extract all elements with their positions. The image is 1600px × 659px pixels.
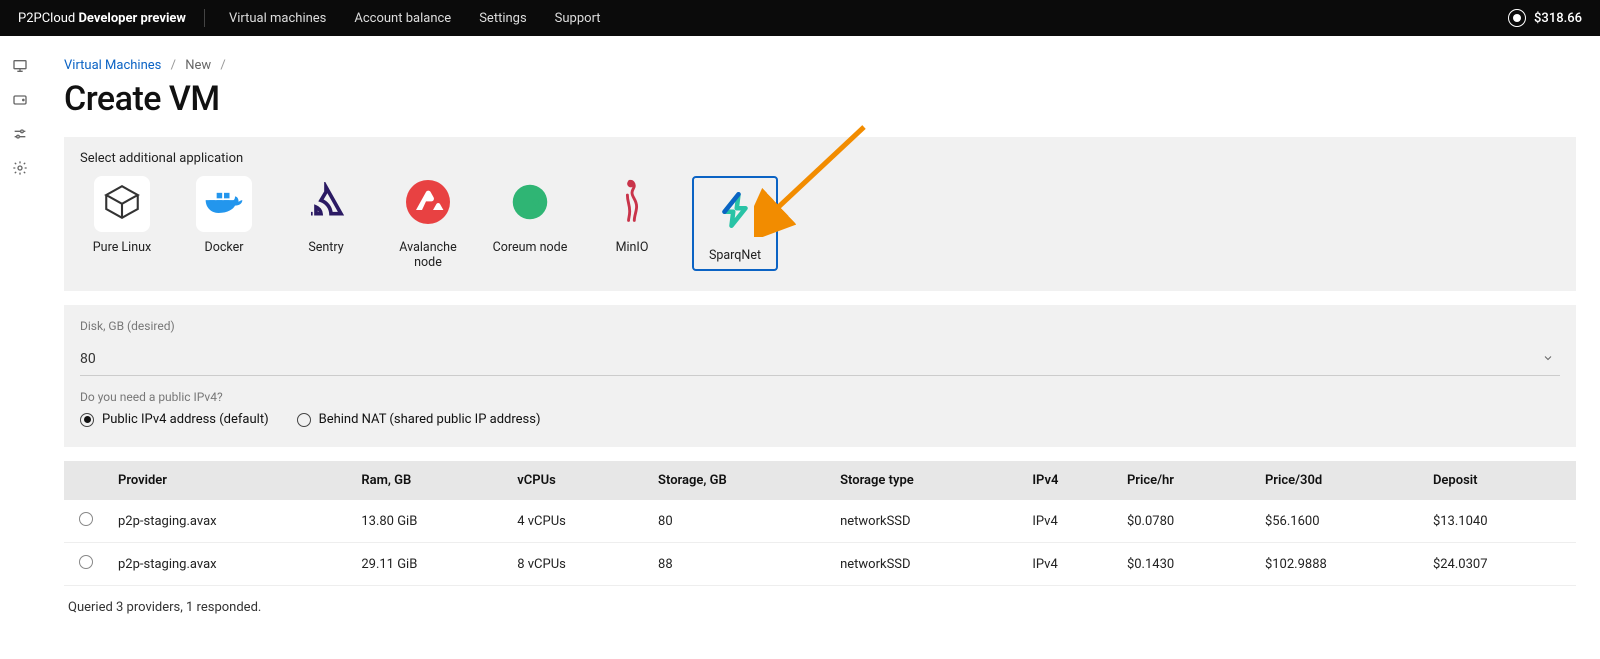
app-minio[interactable]: MinIO	[590, 176, 674, 271]
app-label: Coreum node	[493, 240, 568, 255]
cell-vcpus: 4 vCPUs	[507, 500, 648, 543]
cell-storage-type: networkSSD	[830, 500, 1022, 543]
table-row[interactable]: p2p-staging.avax 13.80 GiB 4 vCPUs 80 ne…	[64, 500, 1576, 543]
table-footer-note: Queried 3 providers, 1 responded.	[64, 586, 1576, 629]
app-label: Docker	[205, 240, 244, 255]
siderail-vm-icon[interactable]	[12, 58, 28, 74]
app-docker[interactable]: Docker	[182, 176, 266, 271]
nav-settings[interactable]: Settings	[479, 11, 526, 26]
cell-price-30d: $56.1600	[1255, 500, 1423, 543]
siderail-sliders-icon[interactable]	[12, 126, 28, 142]
breadcrumb-root[interactable]: Virtual Machines	[64, 58, 161, 73]
user-circle-icon	[1508, 9, 1526, 27]
app-sentry[interactable]: Sentry	[284, 176, 368, 271]
box-icon	[101, 181, 143, 227]
app-label: Pure Linux	[93, 240, 151, 255]
disk-label: Disk, GB (desired)	[80, 319, 1560, 333]
cell-ram: 29.11 GiB	[351, 543, 507, 586]
providers-table: Provider Ram, GB vCPUs Storage, GB Stora…	[64, 461, 1576, 586]
app-label: Avalanche node	[386, 240, 470, 270]
ipv4-question: Do you need a public IPv4?	[80, 390, 1560, 404]
radio-label: Behind NAT (shared public IP address)	[319, 412, 541, 427]
cell-vcpus: 8 vCPUs	[507, 543, 648, 586]
topbar: P2PCloud Developer preview Virtual machi…	[0, 0, 1600, 36]
breadcrumb-sep: /	[220, 58, 225, 73]
sentry-icon	[306, 182, 346, 226]
minio-icon	[617, 179, 647, 229]
th-ipv4: IPv4	[1022, 461, 1117, 500]
siderail-gear-icon[interactable]	[12, 160, 28, 176]
cell-provider: p2p-staging.avax	[108, 543, 351, 586]
cell-price-hr: $0.1430	[1117, 543, 1255, 586]
th-price-30d: Price/30d	[1255, 461, 1423, 500]
apps-panel: Select additional application Pure Linux…	[64, 137, 1576, 291]
cell-ipv4: IPv4	[1022, 500, 1117, 543]
nav-virtual-machines[interactable]: Virtual machines	[229, 11, 326, 26]
app-label: Sentry	[308, 240, 343, 255]
cell-ipv4: IPv4	[1022, 543, 1117, 586]
table-header-row: Provider Ram, GB vCPUs Storage, GB Stora…	[64, 461, 1576, 500]
chevron-down-icon	[1542, 352, 1560, 367]
breadcrumb: Virtual Machines / New /	[64, 58, 1576, 73]
disk-select[interactable]: 80	[80, 343, 1560, 376]
th-deposit: Deposit	[1423, 461, 1576, 500]
row-radio-icon[interactable]	[79, 555, 93, 569]
app-label: SparqNet	[709, 248, 761, 263]
docker-icon	[202, 180, 246, 228]
nav-support[interactable]: Support	[555, 11, 601, 26]
avalanche-icon	[404, 178, 452, 230]
th-storage: Storage, GB	[648, 461, 830, 500]
th-price-hr: Price/hr	[1117, 461, 1255, 500]
cell-price-hr: $0.0780	[1117, 500, 1255, 543]
table-row[interactable]: p2p-staging.avax 29.11 GiB 8 vCPUs 88 ne…	[64, 543, 1576, 586]
ipv4-option-public[interactable]: Public IPv4 address (default)	[80, 412, 269, 427]
brand-suffix: Developer preview	[78, 11, 186, 26]
sparqnet-icon	[714, 189, 756, 235]
cell-deposit: $13.1040	[1423, 500, 1576, 543]
brand[interactable]: P2PCloud Developer preview	[18, 11, 186, 26]
config-panel: Disk, GB (desired) 80 Do you need a publ…	[64, 305, 1576, 447]
app-pure-linux[interactable]: Pure Linux	[80, 176, 164, 271]
siderail-wallet-icon[interactable]	[12, 92, 28, 108]
disk-value: 80	[80, 351, 1542, 367]
radio-label: Public IPv4 address (default)	[102, 412, 269, 427]
ipv4-options: Public IPv4 address (default) Behind NAT…	[80, 412, 1560, 427]
coreum-icon	[507, 179, 553, 229]
app-avalanche[interactable]: Avalanche node	[386, 176, 470, 271]
account-balance-pill[interactable]: $318.66	[1508, 9, 1582, 27]
cell-storage-type: networkSSD	[830, 543, 1022, 586]
radio-icon	[80, 413, 94, 427]
ipv4-option-nat[interactable]: Behind NAT (shared public IP address)	[297, 412, 541, 427]
cell-deposit: $24.0307	[1423, 543, 1576, 586]
th-ram: Ram, GB	[351, 461, 507, 500]
th-vcpus: vCPUs	[507, 461, 648, 500]
cell-ram: 13.80 GiB	[351, 500, 507, 543]
main: Virtual Machines / New / Create VM Selec…	[40, 36, 1600, 659]
th-storage-type: Storage type	[830, 461, 1022, 500]
app-label: MinIO	[616, 240, 649, 255]
cell-price-30d: $102.9888	[1255, 543, 1423, 586]
th-provider: Provider	[108, 461, 351, 500]
nav-account-balance[interactable]: Account balance	[354, 11, 451, 26]
cell-storage: 80	[648, 500, 830, 543]
breadcrumb-sep: /	[171, 58, 176, 73]
row-radio-icon[interactable]	[79, 512, 93, 526]
cell-storage: 88	[648, 543, 830, 586]
app-sparqnet[interactable]: SparqNet	[692, 176, 778, 271]
brand-prefix: P2PCloud	[18, 11, 78, 26]
apps-list: Pure Linux Docker Sentry	[80, 176, 1560, 271]
breadcrumb-leaf: New	[185, 58, 211, 73]
app-coreum[interactable]: Coreum node	[488, 176, 572, 271]
divider	[204, 9, 205, 27]
siderail	[0, 36, 40, 659]
page-title: Create VM	[64, 79, 1576, 119]
radio-icon	[297, 413, 311, 427]
apps-panel-label: Select additional application	[80, 151, 1560, 166]
cell-provider: p2p-staging.avax	[108, 500, 351, 543]
balance-value: $318.66	[1534, 11, 1582, 26]
